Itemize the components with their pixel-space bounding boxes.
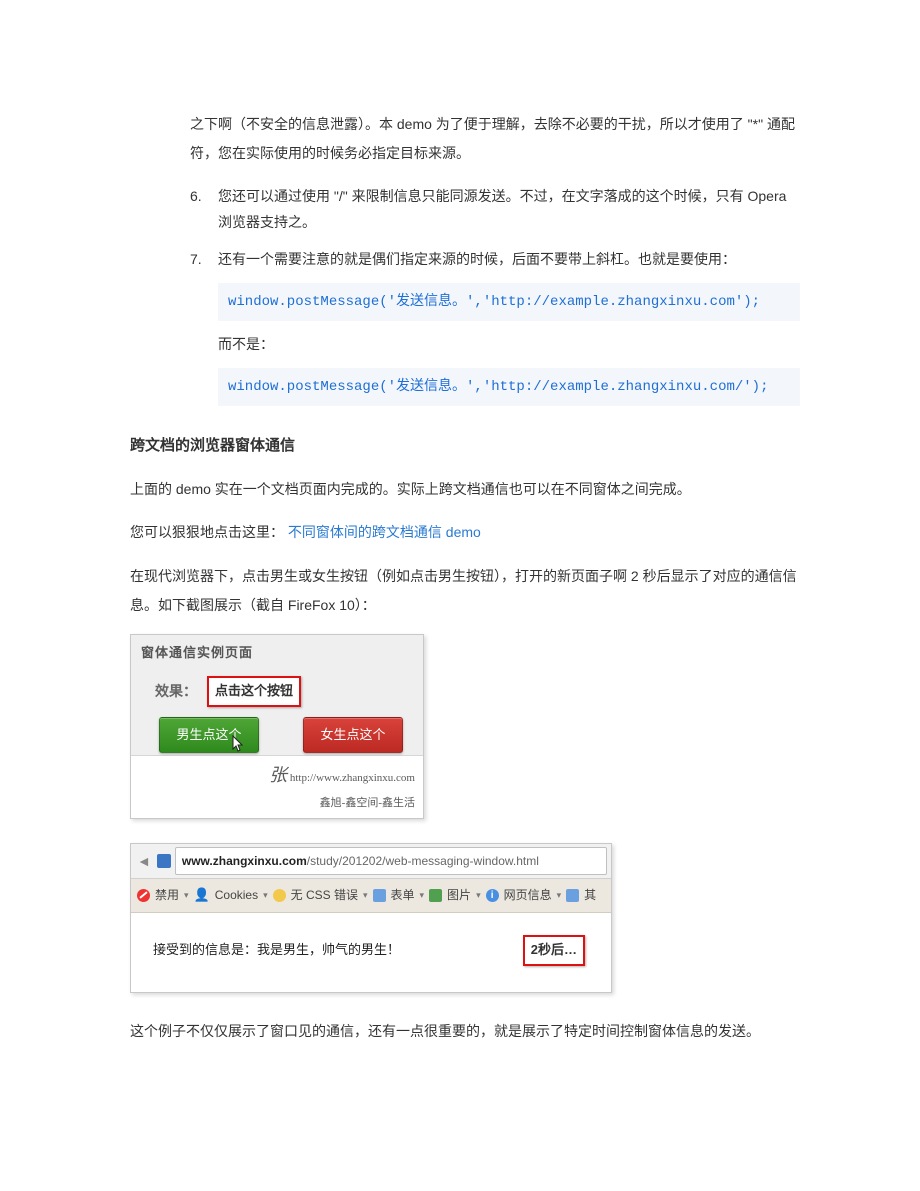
effect-label: 效果： <box>155 678 197 705</box>
toolbar-cookies[interactable]: Cookies <box>215 884 258 907</box>
rather-than-text: 而不是： <box>218 331 800 358</box>
received-message: 接受到的信息是：我是男生，帅气的男生！ <box>153 938 400 963</box>
watermark: 张 http://www.zhangxinxu.com 鑫旭-鑫空间-鑫生活 <box>131 755 423 817</box>
list-number: 6. <box>190 183 202 210</box>
url-path: /study/201202/web-messaging-window.html <box>307 854 539 868</box>
document-page: 之下啊（不安全的信息泄露）。本 demo 为了便于理解，去除不必要的干扰，所以才… <box>0 0 920 1120</box>
watermark-sub: 鑫旭-鑫空间-鑫生活 <box>320 797 415 809</box>
window-title: 窗体通信实例页面 <box>131 635 423 666</box>
form-icon <box>373 889 386 902</box>
toolbar-forms[interactable]: 表单 <box>391 884 415 907</box>
effect-row: 效果： 点击这个按钮 <box>131 666 423 713</box>
toolbar-more[interactable]: 其 <box>584 884 596 907</box>
link-prefix-text: 您可以狠狠地点击这里： <box>130 524 284 540</box>
list-text: 您还可以通过使用 "/" 来限制信息只能同源发送。不过，在文字落成的这个时候，只… <box>218 188 786 231</box>
girl-button[interactable]: 女生点这个 <box>303 717 403 754</box>
chevron-down-icon: ▾ <box>363 887 368 904</box>
paragraph: 在现代浏览器下，点击男生或女生按钮（例如点击男生按钮），打开的新页面子啊 2 秒… <box>130 562 800 621</box>
callout-box: 2秒后… <box>523 935 585 966</box>
screenshot-browser-window: ◄ www.zhangxinxu.com/study/201202/web-me… <box>130 843 612 993</box>
toolbar-pageinfo[interactable]: 网页信息 <box>504 884 552 907</box>
callout-box: 点击这个按钮 <box>207 676 301 707</box>
list-item-7: 7. 还有一个需要注意的就是偶们指定来源的时候，后面不要带上斜杠。也就是要使用：… <box>190 246 800 406</box>
image-icon <box>429 889 442 902</box>
nav-back-icon[interactable]: ◄ <box>135 848 153 875</box>
section-heading: 跨文档的浏览器窗体通信 <box>130 432 800 461</box>
toolbar-css[interactable]: 无 CSS 错误 <box>291 884 358 907</box>
url-domain: www.zhangxinxu.com <box>182 854 307 868</box>
list-number: 7. <box>190 246 202 273</box>
list-item-6: 6. 您还可以通过使用 "/" 来限制信息只能同源发送。不过，在文字落成的这个时… <box>190 183 800 236</box>
toolbar-disable[interactable]: 禁用 <box>155 884 179 907</box>
code-incorrect: window.postMessage('发送信息。','http://examp… <box>218 368 800 407</box>
forbid-icon <box>137 889 150 902</box>
page-content: 接受到的信息是：我是男生，帅气的男生！ 2秒后… <box>131 913 611 992</box>
watermark-name: 张 <box>269 765 287 785</box>
chevron-down-icon: ▾ <box>263 887 268 904</box>
closing-paragraph: 这个例子不仅仅展示了窗口见的通信，还有一点很重要的，就是展示了特定时间控制窗体信… <box>130 1017 800 1046</box>
ordered-list: 6. 您还可以通过使用 "/" 来限制信息只能同源发送。不过，在文字落成的这个时… <box>190 183 800 407</box>
intro-continuation: 之下啊（不安全的信息泄露）。本 demo 为了便于理解，去除不必要的干扰，所以才… <box>190 110 800 169</box>
paragraph: 上面的 demo 实在一个文档页面内完成的。实际上跨文档通信也可以在不同窗体之间… <box>130 475 800 504</box>
devtools-toolbar: 禁用 ▾ 👤 Cookies ▾ 无 CSS 错误 ▾ 表单 ▾ 图片 ▾ i 网页信息 ▾… <box>131 879 611 913</box>
url-input[interactable]: www.zhangxinxu.com/study/201202/web-mess… <box>175 847 607 876</box>
cursor-icon <box>229 735 245 755</box>
paragraph-with-link: 您可以狠狠地点击这里： 不同窗体间的跨文档通信 demo <box>130 518 800 547</box>
chevron-down-icon: ▾ <box>557 887 562 904</box>
address-bar-row: ◄ www.zhangxinxu.com/study/201202/web-me… <box>131 844 611 880</box>
button-row: 男生点这个 女生点这个 <box>131 713 423 756</box>
chevron-down-icon: ▾ <box>420 887 425 904</box>
toolbar-images[interactable]: 图片 <box>447 884 471 907</box>
misc-icon <box>566 889 579 902</box>
demo-link[interactable]: 不同窗体间的跨文档通信 demo <box>288 524 481 540</box>
pencil-icon <box>273 889 286 902</box>
info-icon: i <box>486 889 499 902</box>
person-icon: 👤 <box>194 883 210 908</box>
watermark-url: http://www.zhangxinxu.com <box>290 772 415 784</box>
screenshot-demo-page: 窗体通信实例页面 效果： 点击这个按钮 男生点这个 女生点这个 张 http:/… <box>130 634 424 818</box>
chevron-down-icon: ▾ <box>476 887 481 904</box>
code-correct: window.postMessage('发送信息。','http://examp… <box>218 283 800 322</box>
favicon-icon <box>157 854 171 868</box>
list-text: 还有一个需要注意的就是偶们指定来源的时候，后面不要带上斜杠。也就是要使用： <box>218 251 736 267</box>
continued-list: 之下啊（不安全的信息泄露）。本 demo 为了便于理解，去除不必要的干扰，所以才… <box>190 110 800 406</box>
chevron-down-icon: ▾ <box>184 887 189 904</box>
